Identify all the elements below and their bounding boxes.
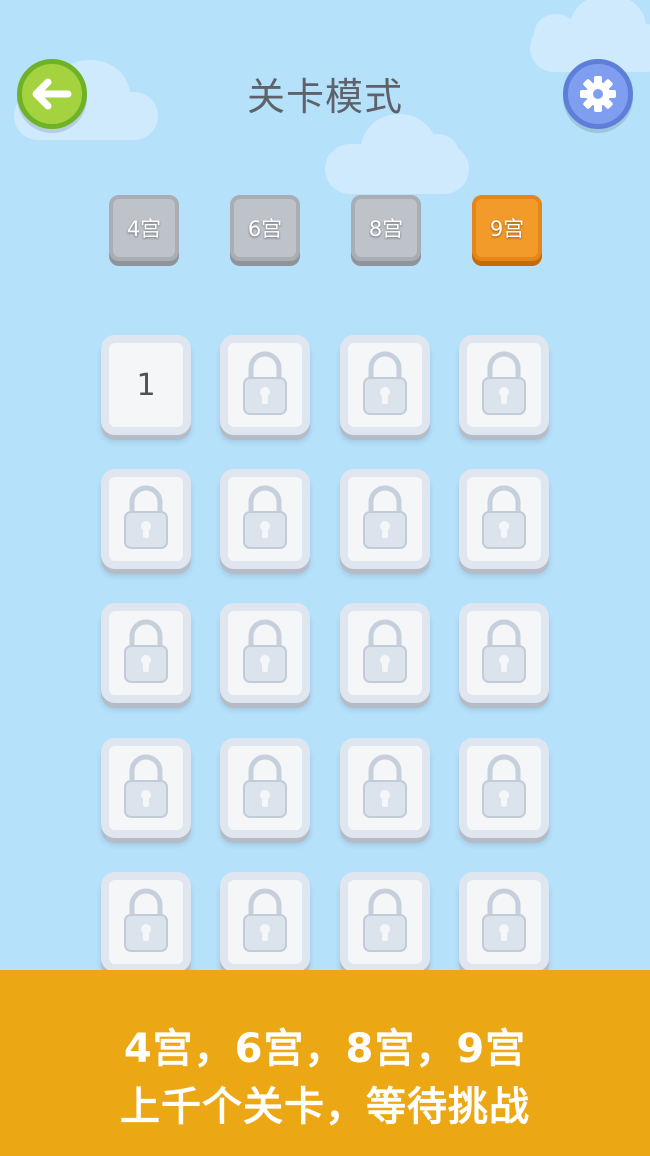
lock-icon	[481, 887, 527, 957]
banner-line-grid-sizes: 4宫，6宫，8宫，9宫	[123, 1026, 527, 1072]
level-number: 1	[136, 367, 156, 403]
settings-button[interactable]	[563, 59, 633, 129]
level-button-locked[interactable]	[340, 469, 430, 569]
lock-icon	[481, 753, 527, 823]
lock-icon	[362, 618, 408, 688]
level-button-locked[interactable]	[459, 469, 549, 569]
level-button-locked[interactable]	[220, 469, 310, 569]
lock-icon	[123, 618, 169, 688]
level-button-locked[interactable]	[340, 872, 430, 972]
level-button-locked[interactable]	[220, 738, 310, 838]
level-button-locked[interactable]	[220, 603, 310, 703]
level-button-unlocked[interactable]: 1	[101, 335, 191, 435]
tab-8-grid[interactable]: 8宫	[351, 195, 421, 261]
level-button-locked[interactable]	[459, 335, 549, 435]
lock-icon	[123, 753, 169, 823]
level-button-locked[interactable]	[220, 872, 310, 972]
lock-icon	[242, 484, 288, 554]
level-button-locked[interactable]	[101, 469, 191, 569]
tab-4-grid[interactable]: 4宫	[109, 195, 179, 261]
level-button-locked[interactable]	[459, 738, 549, 838]
lock-icon	[362, 887, 408, 957]
level-button-locked[interactable]	[340, 603, 430, 703]
lock-icon	[362, 484, 408, 554]
level-button-locked[interactable]	[459, 603, 549, 703]
lock-icon	[242, 753, 288, 823]
lock-icon	[481, 484, 527, 554]
level-button-locked[interactable]	[340, 335, 430, 435]
tab-9-grid[interactable]: 9宫	[472, 195, 542, 261]
lock-icon	[242, 887, 288, 957]
lock-icon	[481, 618, 527, 688]
gear-icon	[580, 76, 616, 112]
level-button-locked[interactable]	[459, 872, 549, 972]
lock-icon	[242, 618, 288, 688]
lock-icon	[123, 484, 169, 554]
banner-line-challenge: 上千个关卡，等待挑战	[120, 1084, 530, 1130]
lock-icon	[362, 350, 408, 420]
promo-banner: 4宫，6宫，8宫，9宫 上千个关卡，等待挑战	[0, 970, 650, 1156]
lock-icon	[123, 887, 169, 957]
level-button-locked[interactable]	[340, 738, 430, 838]
lock-icon	[362, 753, 408, 823]
lock-icon	[481, 350, 527, 420]
lock-icon	[242, 350, 288, 420]
level-button-locked[interactable]	[101, 872, 191, 972]
cloud-decoration	[325, 114, 469, 194]
tab-6-grid[interactable]: 6宫	[230, 195, 300, 261]
level-button-locked[interactable]	[101, 738, 191, 838]
level-button-locked[interactable]	[101, 603, 191, 703]
level-button-locked[interactable]	[220, 335, 310, 435]
page-title: 关卡模式	[246, 75, 403, 119]
